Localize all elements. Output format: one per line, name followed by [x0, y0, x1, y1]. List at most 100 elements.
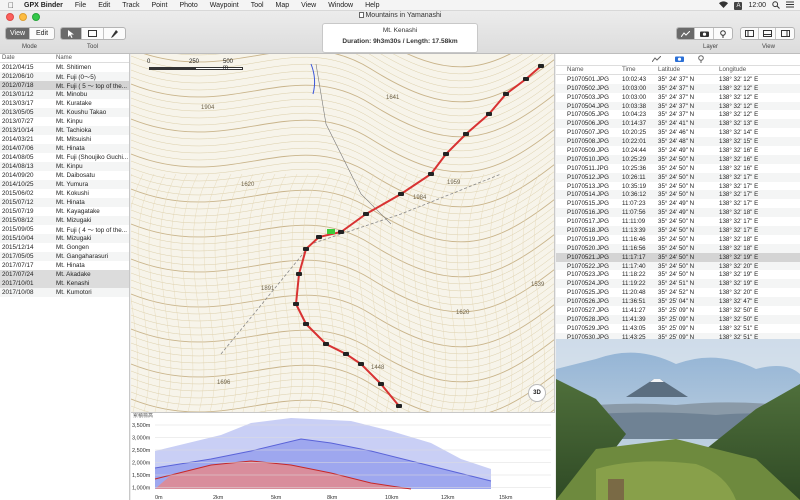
photo-marker[interactable]	[303, 322, 309, 326]
photo-row[interactable]: P1070524.JPG 11:19:22 35° 24' 51" N 138° 32…	[556, 279, 800, 289]
photo-marker[interactable]	[323, 342, 329, 346]
track-row[interactable]: 2017/10/01 Mt. Kenashi	[0, 279, 129, 288]
tab-photos[interactable]	[675, 55, 684, 64]
toggle-sidebar-button[interactable]	[741, 28, 759, 39]
menu-point[interactable]: Point	[146, 2, 174, 9]
photo-row[interactable]: P1070528.JPG 11:41:39 35° 25' 09" N 138° 32…	[556, 314, 800, 324]
photo-longitude-header[interactable]: Longitude	[719, 66, 800, 73]
photo-row[interactable]: P1070514.JPG 10:36:12 35° 24' 50" N 138° 32…	[556, 190, 800, 200]
photo-marker[interactable]	[293, 302, 299, 306]
menu-edit[interactable]: Edit	[92, 2, 116, 9]
menu-app-name[interactable]: GPX Binder	[22, 2, 69, 9]
tab-track-chart[interactable]	[651, 55, 662, 64]
track-row[interactable]: 2015/12/14 Mt. Gongen	[0, 243, 129, 252]
photo-row[interactable]: P1070511.JPG 10:25:36 35° 24' 50" N 138° 32…	[556, 164, 800, 173]
photo-marker[interactable]	[303, 247, 309, 251]
edit-mode-button[interactable]: Edit	[30, 28, 54, 39]
photo-row[interactable]: P1070527.JPG 11:41:27 35° 25' 09" N 138° 32…	[556, 306, 800, 315]
photo-marker[interactable]	[398, 192, 404, 196]
track-row[interactable]: 2014/08/05 Mt. Fuji (Shoujiko Guchi...	[0, 153, 129, 162]
toggle-bottom-panel-button[interactable]	[759, 28, 777, 39]
photo-row[interactable]: P1070502.JPG 10:03:00 35° 24' 37" N 138° 32…	[556, 83, 800, 93]
photo-row[interactable]: P1070520.JPG 11:16:56 35° 24' 50" N 138° 32…	[556, 243, 800, 253]
track-row[interactable]: 2014/03/21 Mt. Mitsuishi	[0, 135, 129, 144]
photo-row[interactable]: P1070519.JPG 11:16:46 35° 24' 50" N 138° 32…	[556, 235, 800, 244]
topographic-map[interactable]: 1904 1641 1620 1959 1984 1891 1620 1539 1696 1448…	[131, 54, 555, 412]
photo-row[interactable]: P1070525.JPG 11:20:48 35° 24' 52" N 138° 32…	[556, 288, 800, 297]
photo-marker[interactable]	[296, 272, 302, 276]
track-row[interactable]: 2017/07/24 Mt. Akadake	[0, 270, 129, 279]
layer-track-button[interactable]	[677, 28, 696, 39]
track-row[interactable]: 2014/08/13 Mt. Kinpu	[0, 162, 129, 171]
track-row[interactable]: 2015/08/12 Mt. Mizugaki	[0, 216, 129, 225]
name-column-header[interactable]: Name	[56, 55, 129, 61]
menu-view[interactable]: View	[295, 2, 322, 9]
track-row[interactable]: 2015/07/19 Mt. Kayagatake	[0, 207, 129, 216]
selected-photo-marker[interactable]	[327, 229, 335, 234]
3d-button[interactable]: 3D	[528, 384, 546, 402]
menu-photo[interactable]: Photo	[173, 2, 203, 9]
menu-waypoint[interactable]: Waypoint	[204, 2, 245, 9]
menu-map[interactable]: Map	[270, 2, 296, 9]
photo-marker[interactable]	[396, 404, 402, 408]
clock[interactable]: 12:00	[748, 2, 766, 9]
pencil-tool-button[interactable]	[104, 28, 125, 39]
menu-track[interactable]: Track	[116, 2, 145, 9]
gpx-track[interactable]	[294, 65, 542, 407]
layer-photo-button[interactable]	[695, 28, 714, 39]
photo-marker[interactable]	[363, 212, 369, 216]
track-row[interactable]: 2013/07/27 Mt. Kinpu	[0, 117, 129, 126]
photo-row[interactable]: P1070522.JPG 11:17:40 35° 24' 50" N 138° 32…	[556, 261, 800, 271]
track-row[interactable]: 2012/07/18 Mt. Fuji ( 5 〜 top of the...	[0, 81, 129, 90]
menu-window[interactable]: Window	[322, 2, 359, 9]
photo-row[interactable]: P1070508.JPG 10:22:01 35° 24' 48" N 138° 32…	[556, 137, 800, 147]
photo-row[interactable]: P1070515.JPG 11:07:23 35° 24' 49" N 138° 32…	[556, 199, 800, 208]
photo-row[interactable]: P1070529.JPG 11:43:05 35° 25' 09" N 138° 32…	[556, 324, 800, 333]
photo-row[interactable]: P1070503.JPG 10:03:00 35° 24' 37" N 138° 32…	[556, 93, 800, 102]
elevation-profile[interactable]: 累積標高 3,500m 3,000m 2,500m 2,000m 1,500m 1,000m…	[131, 412, 555, 500]
track-row[interactable]: 2017/10/08 Mt. Kumotori	[0, 288, 129, 297]
apple-icon[interactable]: 	[0, 1, 22, 10]
view-mode-button[interactable]: View	[6, 28, 30, 39]
photo-row[interactable]: P1070512.JPG 10:26:11 35° 24' 50" N 138° 32…	[556, 172, 800, 182]
photo-marker[interactable]	[428, 172, 434, 176]
photo-row[interactable]: P1070510.JPG 10:25:29 35° 24' 50" N 138° 32…	[556, 154, 800, 164]
photo-marker[interactable]	[463, 132, 469, 136]
toggle-inspector-button[interactable]	[776, 28, 794, 39]
photo-marker[interactable]	[523, 77, 529, 81]
photo-marker[interactable]	[343, 352, 349, 356]
tab-waypoints[interactable]	[698, 54, 704, 65]
photo-marker[interactable]	[358, 362, 364, 366]
photo-name-header[interactable]: Name	[556, 66, 622, 73]
layer-waypoint-button[interactable]	[714, 28, 732, 39]
photo-time-header[interactable]: Time	[622, 66, 658, 73]
photo-row[interactable]: P1070507.JPG 10:20:25 35° 24' 46" N 138° 32…	[556, 128, 800, 137]
photo-row[interactable]: P1070506.JPG 10:14:37 35° 24' 41" N 138° 32…	[556, 119, 800, 129]
wifi-icon[interactable]	[719, 1, 729, 10]
photo-marker[interactable]	[443, 152, 449, 156]
photo-row[interactable]: P1070501.JPG 10:02:43 35° 24' 37" N 138° 32…	[556, 75, 800, 84]
menu-file[interactable]: File	[69, 2, 92, 9]
track-row[interactable]: 2013/03/17 Mt. Kuratake	[0, 99, 129, 108]
track-row[interactable]: 2015/06/02 Mt. Kokushi	[0, 189, 129, 198]
photo-latitude-header[interactable]: Latitude	[658, 66, 719, 73]
track-row[interactable]: 2017/07/17 Mt. Hinata	[0, 261, 129, 270]
photo-row[interactable]: P1070505.JPG 10:04:23 35° 24' 37" N 138° 32…	[556, 110, 800, 119]
rect-select-tool-button[interactable]	[82, 28, 104, 39]
photo-marker[interactable]	[378, 382, 384, 386]
photo-row[interactable]: P1070517.JPG 11:11:09 35° 24' 50" N 138° 32…	[556, 217, 800, 226]
search-icon[interactable]	[772, 0, 780, 11]
photo-marker[interactable]	[486, 112, 492, 116]
track-row[interactable]: 2015/09/05 Mt. Fuji ( 4 〜 top of the...	[0, 225, 129, 234]
photo-row[interactable]: P1070509.JPG 10:24:44 35° 24' 49" N 138° 32…	[556, 146, 800, 155]
track-row[interactable]: 2013/05/05 Mt. Koushu Takao	[0, 108, 129, 117]
menu-help[interactable]: Help	[359, 2, 385, 9]
track-row[interactable]: 2012/04/15 Mt. Shitimen	[0, 63, 129, 72]
photo-row[interactable]: P1070521.JPG 11:17:17 35° 24' 50" N 138° 32…	[556, 252, 800, 262]
photo-row[interactable]: P1070518.JPG 11:13:39 35° 24' 50" N 138° 32…	[556, 226, 800, 235]
track-row[interactable]: 2014/09/20 Mt. Daibosatu	[0, 171, 129, 180]
photo-row[interactable]: P1070516.JPG 11:07:56 35° 24' 49" N 138° 32…	[556, 208, 800, 218]
menu-tool[interactable]: Tool	[245, 2, 270, 9]
photo-preview[interactable]	[556, 339, 800, 500]
track-row[interactable]: 2012/06/10 Mt. Fuji (0〜5)	[0, 72, 129, 81]
